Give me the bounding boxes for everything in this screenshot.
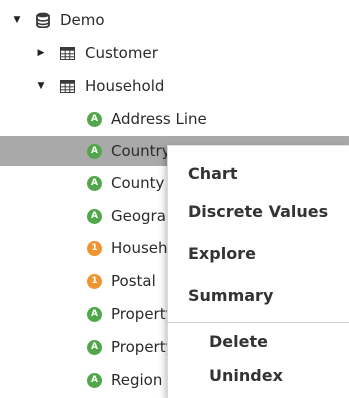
tree-node-customer[interactable]: ▶ Customer (0, 38, 349, 68)
tree-node-demo[interactable]: ▼ Demo (0, 5, 349, 35)
caret-right-icon[interactable]: ▶ (36, 48, 46, 58)
attribute-numeric-icon: 1 (87, 274, 102, 289)
attribute-text-icon: A (87, 209, 102, 224)
attribute-label: Address Line (111, 110, 207, 128)
attribute-text-icon: A (87, 176, 102, 191)
tree-node-label: Customer (85, 44, 158, 62)
menu-item-explore[interactable]: Explore (188, 243, 256, 265)
attribute-text-icon: A (87, 112, 102, 127)
attribute-text-icon: A (87, 307, 102, 322)
attribute-numeric-icon: 1 (87, 241, 102, 256)
menu-item-discrete-values[interactable]: Discrete Values (188, 201, 328, 223)
attribute-label: Region (111, 371, 163, 389)
caret-down-icon[interactable]: ▼ (12, 15, 22, 25)
attribute-label: Property (111, 338, 175, 356)
table-icon (60, 47, 75, 60)
attribute-text-icon: A (87, 340, 102, 355)
context-menu: Chart Discrete Values Explore Summary De… (167, 145, 349, 398)
tree-node-label: Demo (60, 11, 105, 29)
attribute-text-icon: A (87, 144, 102, 159)
attribute-label: Postal (111, 272, 156, 290)
attribute-label: Country (111, 142, 171, 160)
menu-item-chart[interactable]: Chart (188, 163, 237, 185)
menu-item-unindex[interactable]: Unindex (209, 365, 283, 387)
table-icon (60, 80, 75, 93)
menu-item-summary[interactable]: Summary (188, 285, 273, 307)
database-icon (36, 12, 50, 28)
caret-down-icon[interactable]: ▼ (36, 81, 46, 91)
attribute-label: Property (111, 305, 175, 323)
attribute-label: County (111, 174, 165, 192)
menu-item-delete[interactable]: Delete (209, 331, 268, 353)
attribute-text-icon: A (87, 373, 102, 388)
tree-node-label: Household (85, 77, 165, 95)
menu-separator (168, 322, 349, 323)
tree-node-household[interactable]: ▼ Household (0, 71, 349, 101)
tree-attribute-address-line[interactable]: A Address Line (0, 104, 349, 134)
